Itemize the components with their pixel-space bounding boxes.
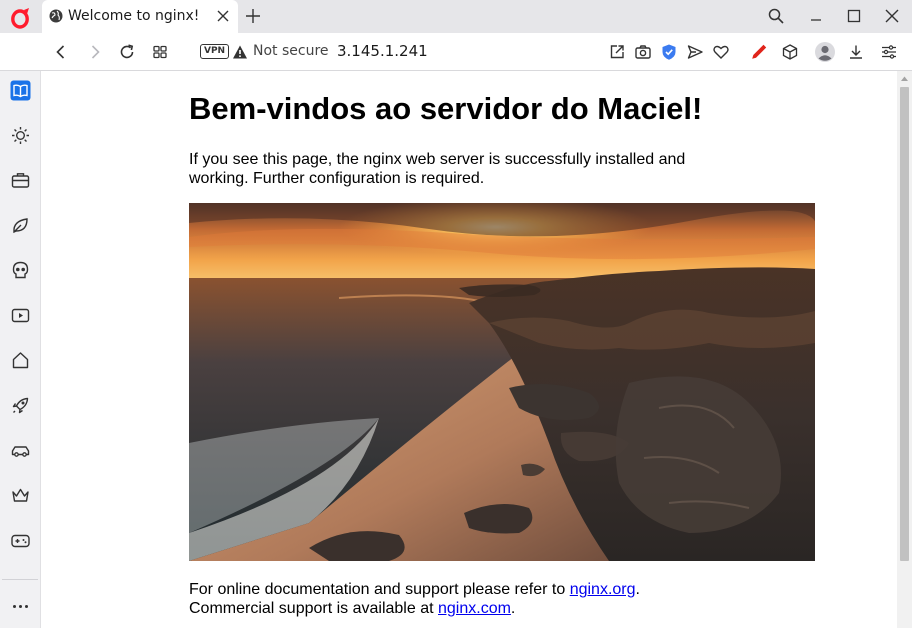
download-icon[interactable] [847, 43, 865, 61]
minimize-icon[interactable] [808, 8, 824, 24]
tab-active[interactable]: Welcome to nginx! [42, 0, 238, 33]
rocket-icon[interactable] [10, 395, 31, 416]
tab-title: Welcome to nginx! [68, 8, 200, 24]
nginx-com-link[interactable]: nginx.com [438, 600, 511, 617]
beach-sunset-image [189, 203, 815, 561]
scroll-thumb[interactable] [900, 87, 909, 561]
home-icon[interactable] [10, 350, 31, 371]
intro-paragraph: If you see this page, the nginx web serv… [189, 151, 686, 187]
back-icon[interactable] [52, 43, 70, 61]
commercial-text: Commercial support is available at [189, 600, 438, 617]
vertical-scrollbar[interactable] [897, 71, 912, 628]
support-period: . [635, 581, 640, 598]
sidebar [0, 71, 41, 628]
support-paragraph: For online documentation and support ple… [189, 580, 789, 618]
nginx-org-link[interactable]: nginx.org [570, 581, 636, 598]
reader-icon[interactable] [10, 80, 31, 101]
security-status[interactable]: Not secure [253, 43, 329, 59]
support-text: For online documentation and support ple… [189, 581, 570, 598]
search-tabs-icon[interactable] [768, 8, 784, 24]
more-icon[interactable] [10, 596, 31, 617]
globe-icon [49, 9, 63, 23]
tabs-grid-icon[interactable] [151, 43, 169, 61]
page-heading: Bem-vindos ao servidor do Maciel! [189, 91, 703, 126]
easy-setup-icon[interactable] [880, 43, 898, 61]
heart-icon[interactable] [712, 43, 730, 61]
opera-logo-icon[interactable] [10, 7, 32, 29]
url-field[interactable]: 3.145.1.241 [337, 42, 428, 60]
profile-avatar-icon[interactable] [814, 41, 836, 63]
work-briefcase-icon[interactable] [10, 170, 31, 191]
extensions-cube-icon[interactable] [781, 43, 799, 61]
video-icon[interactable] [10, 305, 31, 326]
close-tab-icon[interactable] [216, 9, 230, 23]
pencil-icon[interactable] [750, 43, 768, 61]
crown-icon[interactable] [10, 485, 31, 506]
share-icon[interactable] [608, 43, 626, 61]
new-tab-icon[interactable] [245, 8, 261, 24]
weather-icon[interactable] [10, 125, 31, 146]
scroll-up-arrow-icon[interactable] [900, 74, 909, 83]
eco-leaf-icon[interactable] [10, 215, 31, 236]
browser-window: Welcome to nginx! VPN Not secure 3.145.1… [0, 0, 912, 628]
sidebar-separator [2, 579, 38, 580]
maximize-icon[interactable] [846, 8, 862, 24]
address-toolbar: VPN Not secure 3.145.1.241 [0, 33, 912, 71]
warning-icon[interactable] [232, 44, 248, 60]
commercial-period: . [510, 600, 516, 617]
shield-icon[interactable] [660, 43, 678, 61]
send-icon[interactable] [686, 43, 704, 61]
vpn-badge[interactable]: VPN [200, 44, 230, 59]
car-icon[interactable] [10, 440, 31, 461]
forward-icon[interactable] [86, 43, 104, 61]
reload-icon[interactable] [118, 43, 136, 61]
skull-icon[interactable] [10, 260, 31, 281]
tab-strip: Welcome to nginx! [0, 0, 912, 33]
page-viewport: Bem-vindos ao servidor do Maciel! If you… [41, 71, 897, 628]
gamepad-icon[interactable] [10, 530, 31, 551]
close-window-icon[interactable] [884, 8, 900, 24]
camera-icon[interactable] [634, 43, 652, 61]
